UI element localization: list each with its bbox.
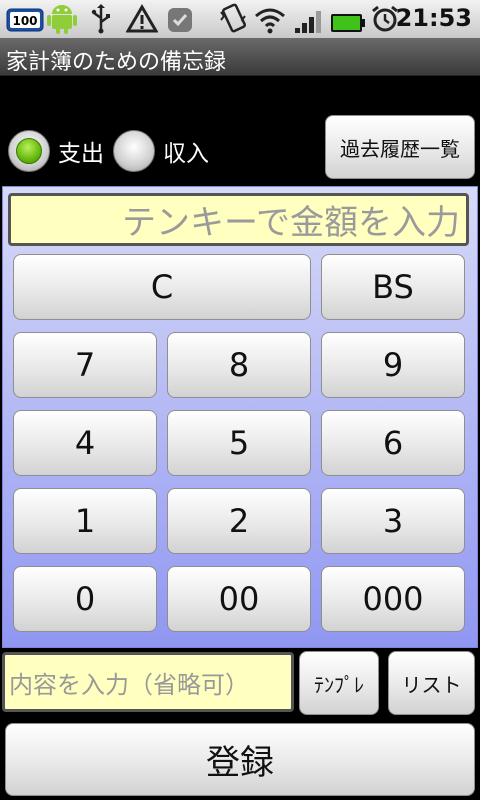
android-icon (46, 2, 78, 34)
key-9[interactable]: 9 (321, 332, 465, 398)
key-000[interactable]: 000 (321, 566, 465, 632)
key-1[interactable]: 1 (13, 488, 157, 554)
key-3[interactable]: 3 (321, 488, 465, 554)
expense-label: 支出 (58, 141, 104, 167)
history-list-button[interactable]: 過去履歴一覧 (325, 115, 475, 179)
key-4[interactable]: 4 (13, 410, 157, 476)
key-6[interactable]: 6 (321, 410, 465, 476)
battery-percent-text: 100 (12, 14, 37, 28)
wifi-icon (254, 5, 286, 35)
app-title: 家計簿のための備忘録 (6, 50, 227, 75)
radio-selected-dot (16, 138, 42, 164)
battery-icon (330, 8, 366, 38)
radio-checked-icon (8, 130, 50, 172)
key-7[interactable]: 7 (13, 332, 157, 398)
radio-unchecked-icon (113, 130, 155, 172)
battery-percent-icon: 100 (6, 5, 46, 35)
key-8[interactable]: 8 (167, 332, 311, 398)
key-5[interactable]: 5 (167, 410, 311, 476)
shield-icon (166, 5, 194, 35)
income-label: 収入 (163, 141, 209, 167)
signal-icon (294, 6, 324, 36)
vibrate-icon (218, 3, 248, 33)
register-button[interactable]: 登録 (5, 723, 475, 796)
key-0[interactable]: 0 (13, 566, 157, 632)
amount-input[interactable]: テンキーで金額を入力 (8, 193, 469, 246)
key-00[interactable]: 00 (167, 566, 311, 632)
memo-input[interactable]: 内容を入力（省略可） (2, 652, 294, 712)
expense-radio[interactable]: 支出 (8, 130, 104, 172)
app-title-bar: 家計簿のための備忘録 (0, 38, 480, 76)
backspace-button[interactable]: BS (321, 254, 465, 320)
warning-icon (126, 4, 158, 34)
income-radio[interactable]: 収入 (113, 130, 209, 172)
usb-icon (90, 4, 112, 34)
template-button[interactable]: ﾃﾝﾌﾟﾚ (299, 651, 379, 715)
status-bar: 100 21:53 (0, 0, 480, 38)
clear-button[interactable]: C (13, 254, 311, 320)
list-button[interactable]: リスト (388, 651, 475, 715)
status-time: 21:53 (395, 4, 472, 32)
key-2[interactable]: 2 (167, 488, 311, 554)
